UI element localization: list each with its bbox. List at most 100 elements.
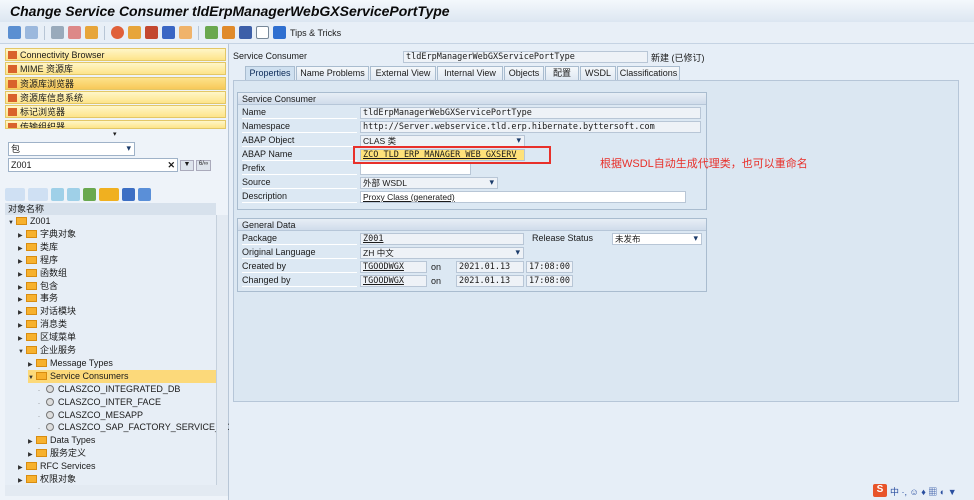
tree-node[interactable]: ▶ Message Types — [28, 357, 216, 370]
object-name-input[interactable]: Z001 ✕ — [8, 158, 178, 172]
magic-wand-icon[interactable] — [145, 26, 158, 39]
tree-node[interactable]: ▶ 类库 — [18, 241, 216, 254]
tree-label: 包含 — [40, 280, 59, 291]
tree-node[interactable]: ▶ 服务定义 — [28, 447, 216, 460]
check-icon[interactable] — [111, 26, 124, 39]
fullscreen-icon[interactable] — [256, 26, 269, 39]
tree-vertical-scrollbar[interactable] — [216, 215, 228, 485]
created-on-label: on — [431, 262, 442, 272]
favorites-icon[interactable] — [99, 188, 119, 201]
tab-7[interactable]: Classifications — [617, 66, 680, 80]
back-icon[interactable] — [5, 188, 25, 201]
menu-item[interactable]: 传输组织器 — [5, 119, 226, 129]
tree-icon[interactable] — [222, 26, 235, 39]
abap-name-label: ABAP Name — [242, 148, 357, 161]
tree-label: 企业服务 — [40, 345, 77, 355]
tab-0[interactable]: Properties — [245, 66, 295, 80]
menu-item[interactable]: Connectivity Browser — [5, 48, 226, 61]
expand-arrow-icon[interactable]: ▾ — [113, 130, 117, 138]
hierarchy-icon[interactable] — [205, 26, 218, 39]
display-button[interactable]: 6/∞ — [196, 160, 211, 171]
tips-tricks-button[interactable]: Tips & Tricks — [290, 28, 341, 38]
changed-by-field[interactable]: TGOODWGX — [360, 275, 427, 287]
folder-icon — [26, 255, 37, 264]
service-consumer-label: Service Consumer — [233, 51, 308, 61]
stack-icon[interactable] — [239, 26, 252, 39]
forward-icon[interactable] — [25, 26, 38, 39]
tab-4[interactable]: Objects — [504, 66, 544, 80]
menu-item[interactable]: 资源库信息系统 — [5, 90, 226, 104]
folder-icon — [16, 217, 27, 225]
tab-2[interactable]: External View — [370, 66, 436, 80]
other-object-icon[interactable] — [51, 26, 64, 39]
expanded-icon[interactable]: ▼ — [18, 346, 26, 359]
tab-1[interactable]: Name Problems — [296, 66, 369, 80]
tree-leaf[interactable]: · CLASZCO_MESAPP — [38, 409, 216, 422]
namespace-label: Namespace — [242, 120, 357, 133]
tree-horizontal-scrollbar[interactable] — [5, 485, 228, 496]
display-change-icon[interactable] — [68, 26, 81, 39]
tree-node[interactable]: ▶ 函数组 — [18, 267, 216, 280]
close-icon[interactable] — [138, 188, 151, 201]
dropdown-button[interactable]: ▼ — [180, 160, 194, 171]
tree-node[interactable]: ▶ 字典对象 — [18, 228, 216, 241]
tree-leaf[interactable]: · CLASZCO_SAP_FACTORY_SERVICE_PO — [38, 421, 233, 434]
forward-icon[interactable] — [28, 188, 48, 201]
folder-icon — [26, 307, 37, 316]
tree-label: RFC Services — [40, 461, 96, 472]
created-by-field[interactable]: TGOODWGX — [360, 261, 427, 273]
tab-3[interactable]: Internal View — [437, 66, 503, 80]
ime-toolbar[interactable]: 中 ·, ☺ ♦ ▦ ◐ ▼ — [890, 485, 957, 498]
expanded-icon[interactable]: ▼ — [28, 372, 36, 385]
hierarchy-icon[interactable] — [83, 188, 96, 201]
source-label: Source — [242, 176, 357, 189]
info-icon[interactable] — [273, 26, 286, 39]
navigation-icon[interactable] — [179, 26, 192, 39]
back-icon[interactable] — [8, 26, 21, 39]
namespace-field: http://Server.webservice.tld.erp.hiberna… — [360, 121, 701, 133]
source-select[interactable]: 外部 WSDL — [360, 177, 498, 189]
description-input[interactable]: Proxy Class (generated) — [360, 191, 686, 203]
activate-icon[interactable] — [85, 26, 98, 39]
tree-node[interactable]: ▶ 区域菜单 — [18, 331, 216, 344]
menu-icon — [8, 93, 17, 102]
collapse-icon[interactable] — [51, 188, 64, 201]
tree-node[interactable]: ▶ 包含 — [18, 280, 216, 293]
tree-label: 服务定义 — [50, 448, 87, 459]
tree-node[interactable]: ▶ Data Types — [28, 434, 216, 447]
ime-logo-icon[interactable]: S — [873, 484, 887, 497]
package-field[interactable]: Z001 — [360, 233, 524, 245]
where-used-icon[interactable] — [128, 26, 141, 39]
refresh-icon[interactable] — [122, 188, 135, 201]
tree-leaf[interactable]: · CLASZCO_INTEGRATED_DB — [38, 383, 216, 396]
tree-node[interactable]: ▶ 程序 — [18, 254, 216, 267]
tree-node[interactable]: ▶ 对话模块 — [18, 305, 216, 318]
folder-icon — [36, 358, 47, 367]
tree-node[interactable]: ▶ 消息类 — [18, 318, 216, 331]
changed-by-label: Changed by — [242, 274, 357, 287]
changed-on-label: on — [431, 276, 442, 286]
menu-item[interactable]: 资源库浏览器 — [5, 76, 226, 90]
tree-node[interactable]: ▶ RFC Services — [18, 460, 216, 473]
tab-5[interactable]: 配置 — [545, 66, 579, 80]
folder-icon — [26, 242, 37, 251]
prefix-input[interactable] — [360, 163, 471, 175]
expand-icon[interactable] — [67, 188, 80, 201]
tree-leaf[interactable]: · CLASZCO_INTER_FACE — [38, 396, 216, 409]
tree-node[interactable]: ▶ 事务 — [18, 292, 216, 305]
menu-item[interactable]: MIME 资源库 — [5, 62, 226, 76]
tree-label: Message Types — [50, 357, 113, 368]
original-language-select[interactable]: ZH 中文 — [360, 247, 524, 259]
object-type-select[interactable]: 包 — [8, 142, 135, 156]
tree-node[interactable]: ▼ 企业服务 — [18, 344, 216, 357]
clear-icon[interactable]: ✕ — [167, 159, 175, 171]
release-status-select[interactable]: 未发布 — [612, 233, 702, 245]
display-object-list-icon[interactable] — [162, 26, 175, 39]
tab-6[interactable]: WSDL — [580, 66, 616, 80]
menu-item[interactable]: 标记浏览器 — [5, 105, 226, 119]
tree-node[interactable]: ▼ Service Consumers — [28, 369, 216, 385]
tree-node[interactable]: ▼ Z001 — [8, 215, 216, 228]
expanded-icon[interactable]: ▼ — [8, 217, 16, 230]
folder-icon — [26, 281, 37, 290]
abap-object-label: ABAP Object — [242, 134, 357, 147]
